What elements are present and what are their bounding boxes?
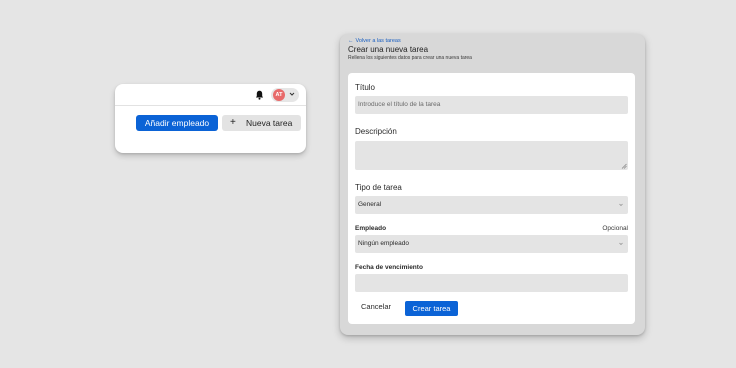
employee-label: Empleado <box>355 225 387 232</box>
top-bar: AT <box>115 84 306 106</box>
page-title: Crear una nueva tarea <box>348 45 429 54</box>
back-link[interactable]: ← Volver a las tareas <box>348 38 401 44</box>
avatar: AT <box>273 89 285 101</box>
create-task-panel: ← Volver a las tareas Crear una nueva tar… <box>340 34 645 335</box>
create-task-button[interactable]: Crear tarea <box>405 301 458 316</box>
back-link-label: Volver a las tareas <box>355 38 401 44</box>
plus-icon: + <box>230 117 236 128</box>
due-date-input[interactable] <box>355 274 628 292</box>
employee-select[interactable]: Ningún empleado <box>355 235 628 253</box>
chevron-down-icon <box>289 92 295 96</box>
task-type-value: General <box>358 201 382 208</box>
employee-value: Ningún empleado <box>358 240 409 247</box>
new-task-label: Nueva tarea <box>246 118 293 128</box>
chevron-down-icon <box>619 203 623 206</box>
user-menu[interactable]: AT <box>271 88 299 102</box>
new-task-button[interactable]: + Nueva tarea <box>222 115 301 131</box>
arrow-left-icon: ← <box>348 38 354 44</box>
resize-handle-icon[interactable] <box>621 163 627 169</box>
task-type-label: Tipo de tarea <box>355 183 402 192</box>
due-date-label: Fecha de vencimiento <box>355 264 423 271</box>
description-textarea[interactable] <box>355 141 628 170</box>
chevron-down-icon <box>619 242 623 245</box>
cancel-button[interactable]: Cancelar <box>361 302 391 311</box>
add-employee-button[interactable]: Añadir empleado <box>136 115 218 131</box>
title-input[interactable]: Introduce el título de la tarea <box>355 96 628 114</box>
title-placeholder: Introduce el título de la tarea <box>358 101 441 108</box>
header-preview-card: AT Añadir empleado + Nueva tarea <box>115 84 306 153</box>
form-card: Título Introduce el título de la tarea D… <box>348 73 635 324</box>
optional-tag: Opcional <box>602 225 628 232</box>
bell-icon[interactable] <box>255 90 264 100</box>
description-label: Descripción <box>355 127 397 136</box>
title-label: Título <box>355 83 376 92</box>
page-subtitle: Rellena los siguientes datos para crear … <box>348 55 472 61</box>
task-type-select[interactable]: General <box>355 196 628 214</box>
